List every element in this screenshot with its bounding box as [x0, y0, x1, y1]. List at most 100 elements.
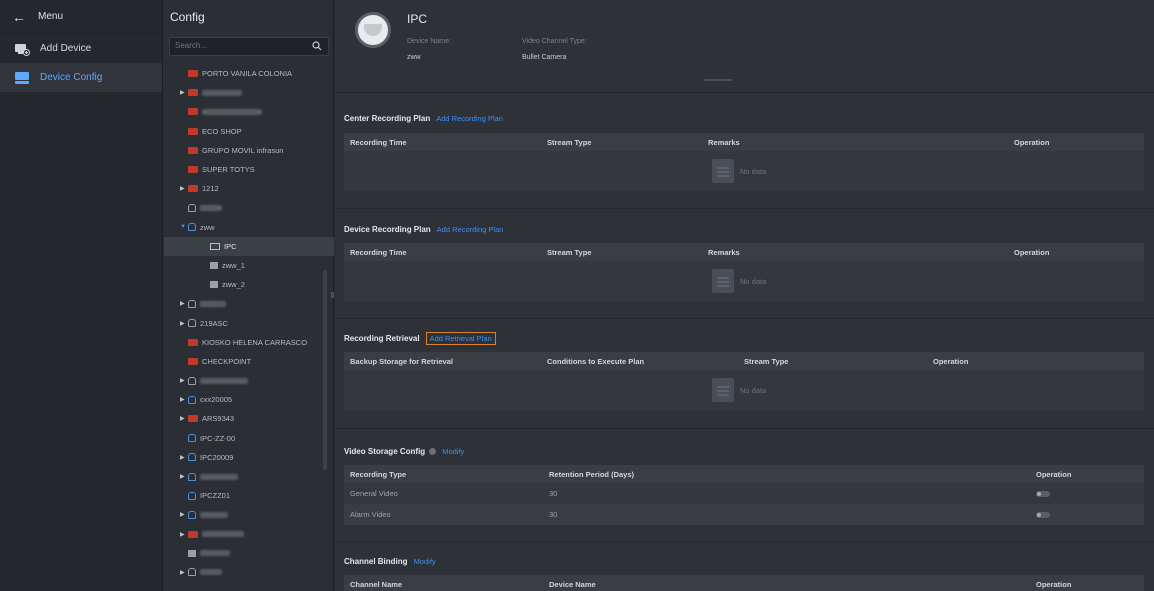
- table-row[interactable]: Alarm Video 30: [344, 504, 1144, 525]
- menu-header[interactable]: ← Menu: [0, 0, 162, 34]
- divider: [335, 541, 1154, 542]
- column-header: Operation: [933, 356, 969, 366]
- tree-item[interactable]: zww_1: [164, 256, 334, 275]
- tree-item[interactable]: ▶ ARS9343: [164, 409, 334, 428]
- no-data-text: No data: [740, 385, 767, 395]
- redacted-label: [202, 108, 262, 115]
- device-name-value: zww: [407, 54, 421, 61]
- device-recording-plan-section: Device Recording Plan Add Recording Plan: [335, 219, 1154, 239]
- no-data-icon: [712, 378, 734, 402]
- chevron-right-icon[interactable]: ▶: [180, 300, 188, 307]
- operation-cell: [1030, 490, 1144, 497]
- chevron-right-icon[interactable]: ▶: [180, 89, 188, 96]
- side-menu: ← Menu Add Device Device Config: [0, 0, 163, 591]
- tree-item[interactable]: ▶: [164, 505, 334, 524]
- redacted-label: [200, 300, 226, 307]
- user-device-icon: [188, 510, 196, 519]
- tree-item-label: 219ASC: [200, 318, 228, 328]
- column-header: Stream Type: [547, 247, 592, 257]
- user-device-icon: [188, 453, 196, 462]
- search-icon[interactable]: [312, 41, 322, 51]
- redacted-label: [200, 511, 228, 518]
- tree-item[interactable]: IPC: [164, 236, 334, 256]
- device-title: IPC: [407, 12, 428, 26]
- add-device-icon: [14, 42, 30, 56]
- table-row[interactable]: General Video 30: [344, 483, 1144, 504]
- tree-item[interactable]: ▶ IPC20009: [164, 448, 334, 467]
- chevron-right-icon[interactable]: ▶: [180, 415, 188, 422]
- help-icon[interactable]: [429, 447, 437, 455]
- tree-item[interactable]: KIOSKO HELENA CARRASCO: [164, 333, 334, 352]
- tree-item-label: GRUPO MOVIL infrasun: [202, 145, 284, 155]
- user-device-icon: [188, 299, 196, 308]
- channel-binding-section: Channel Binding Modify: [335, 551, 1154, 571]
- user-device-icon: [188, 434, 196, 443]
- tree-item-label: ECO SHOP: [202, 126, 242, 136]
- tree-item[interactable]: ▼ zww: [164, 218, 334, 237]
- user-device-icon: [188, 319, 196, 328]
- tree-item[interactable]: [164, 102, 334, 121]
- tree-item[interactable]: zww_2: [164, 275, 334, 294]
- menu-item-device-config[interactable]: Device Config: [0, 63, 162, 92]
- modify-storage-link[interactable]: Modify: [442, 447, 464, 456]
- tree-item[interactable]: CHECKPOINT: [164, 352, 334, 371]
- tree-item-label: zww_1: [222, 260, 245, 270]
- tree-item[interactable]: ▶: [164, 525, 334, 544]
- channel-type-label: Video Channel Type:: [522, 38, 587, 45]
- tree-item[interactable]: ▶ 219ASC: [164, 313, 334, 332]
- tree-item[interactable]: IPC-ZZ-00: [164, 429, 334, 448]
- device-header: IPC Device Name: zww Video Channel Type:…: [335, 0, 1154, 72]
- table-body-empty: No data: [344, 151, 1144, 191]
- retention-cell: 30: [549, 510, 558, 519]
- tree-item[interactable]: ECO SHOP: [164, 122, 334, 141]
- chevron-right-icon[interactable]: ▶: [180, 454, 188, 461]
- chevron-right-icon[interactable]: ▶: [180, 377, 188, 384]
- tree-item-label: zww: [200, 222, 215, 232]
- modify-binding-link[interactable]: Modify: [414, 557, 436, 566]
- divider: [335, 428, 1154, 429]
- edit-toggle-icon[interactable]: [1036, 511, 1050, 518]
- tree-item[interactable]: ▶ 1212: [164, 179, 334, 198]
- search-input[interactable]: [170, 38, 300, 53]
- redacted-label: [202, 531, 244, 538]
- recording-retrieval-section: Recording Retrieval Add Retrieval Plan: [335, 328, 1154, 348]
- chevron-right-icon[interactable]: ▶: [180, 569, 188, 576]
- tree-item[interactable]: ▶ cxx20005: [164, 390, 334, 409]
- edit-toggle-icon[interactable]: [1036, 490, 1050, 497]
- tree-item[interactable]: ▶: [164, 563, 334, 582]
- tree-item[interactable]: IPCZZ01: [164, 486, 334, 505]
- chevron-right-icon[interactable]: ▶: [180, 511, 188, 518]
- column-header: Stream Type: [547, 137, 592, 147]
- add-retrieval-plan-link[interactable]: Add Retrieval Plan: [425, 331, 496, 345]
- back-arrow-icon[interactable]: ←: [12, 9, 26, 25]
- tree-item[interactable]: GRUPO MOVIL infrasun: [164, 141, 334, 160]
- add-recording-plan-link[interactable]: Add Recording Plan: [436, 114, 503, 123]
- tree-item[interactable]: ▶: [164, 371, 334, 390]
- chevron-right-icon[interactable]: ▶: [180, 396, 188, 403]
- chevron-down-icon[interactable]: ▼: [180, 224, 188, 230]
- nvr-icon: [188, 166, 198, 174]
- chevron-right-icon[interactable]: ▶: [180, 473, 188, 480]
- panel-collapse-handle[interactable]: [331, 292, 334, 298]
- tree-item[interactable]: ▶: [164, 294, 334, 313]
- search-box[interactable]: [169, 37, 329, 56]
- tree-scrollbar[interactable]: [323, 270, 327, 470]
- tree-item[interactable]: PORTO VANILA COLONIA: [164, 64, 334, 83]
- tree-item[interactable]: ▶: [164, 467, 334, 486]
- chevron-right-icon[interactable]: ▶: [180, 531, 188, 538]
- device-tree: PORTO VANILA COLONIA ▶ ECO SHOP GRUPO MOVIL…: [164, 64, 334, 582]
- redacted-label: [202, 89, 242, 96]
- chevron-right-icon[interactable]: ▶: [180, 320, 188, 327]
- tree-item[interactable]: [164, 198, 334, 217]
- add-recording-plan-link[interactable]: Add Recording Plan: [437, 225, 504, 234]
- tree-item[interactable]: ▶: [164, 83, 334, 102]
- tree-item[interactable]: [164, 544, 334, 563]
- tree-item-label: IPCZZ01: [200, 491, 231, 501]
- tree-item[interactable]: SUPER TOTYS: [164, 160, 334, 179]
- redacted-label: [200, 377, 248, 384]
- header-scroll-indicator[interactable]: [704, 79, 732, 81]
- menu-item-add-device[interactable]: Add Device: [0, 34, 162, 63]
- chevron-right-icon[interactable]: ▶: [180, 185, 188, 192]
- divider: [335, 208, 1154, 209]
- binding-table: Channel Name Device Name Operation: [344, 575, 1144, 591]
